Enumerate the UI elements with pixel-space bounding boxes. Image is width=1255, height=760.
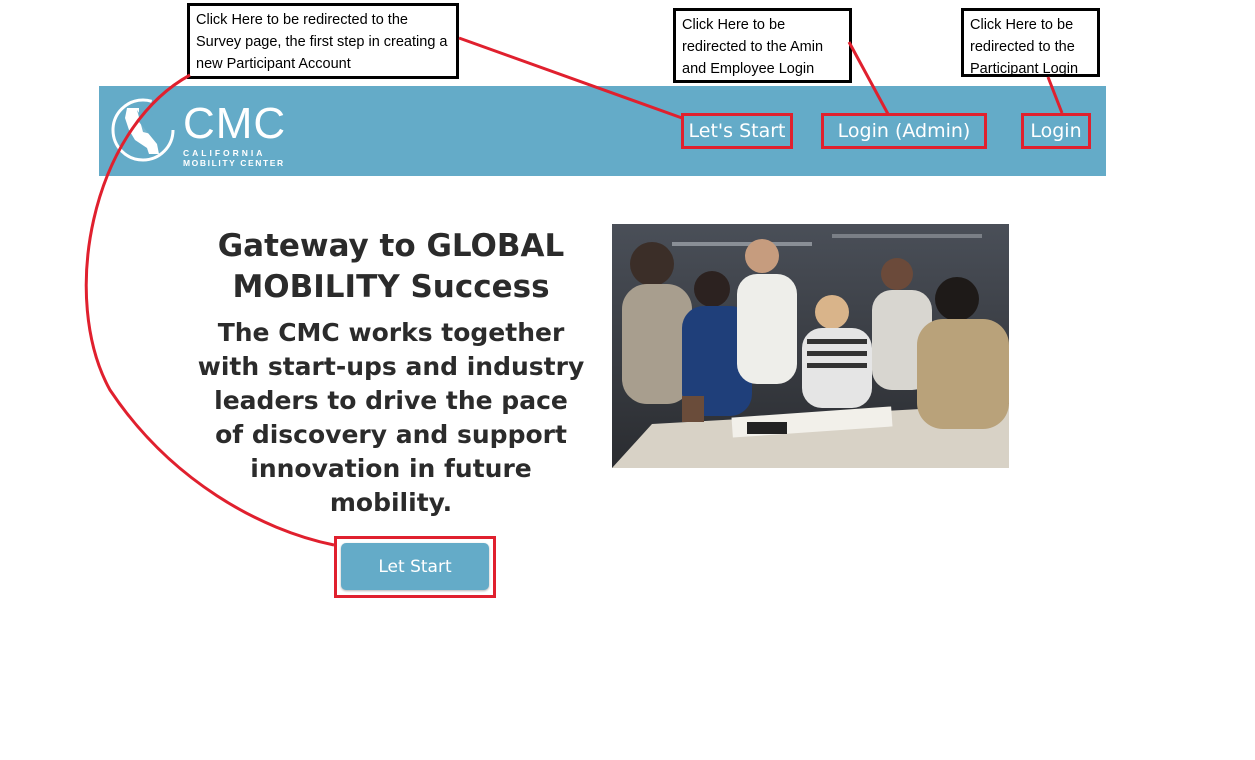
survey-annotation-text: Click Here to be redirected to the Surve… [196,12,448,72]
logo-subtitle-california: CALIFORNIA [183,148,266,158]
hero-description: The CMC works together with start-ups an… [197,318,585,517]
logo-subtitle-mobility-center: MOBILITY CENTER [183,158,285,168]
survey-annotation-callout: Click Here to be redirected to the Surve… [187,3,459,79]
admin-annotation-callout: Click Here to be redirected to the Amin … [673,8,852,83]
hero-title: Gateway to GLOBAL MOBILITY Success [217,228,565,305]
top-navbar: CMC CALIFORNIA MOBILITY CENTER Let's Sta… [99,86,1106,176]
california-state-icon [111,98,175,162]
nav-lets-start-link[interactable]: Let's Start [681,113,793,149]
participant-annotation-callout: Click Here to be redirected to the Parti… [961,8,1100,77]
let-start-button[interactable]: Let Start [341,543,489,590]
team-meeting-photo [612,224,1009,468]
participant-annotation-text: Click Here to be redirected to the Parti… [970,17,1079,77]
nav-login-admin-link[interactable]: Login (Admin) [821,113,987,149]
logo-wordmark: CMC [183,99,287,148]
admin-annotation-text: Click Here to be redirected to the Amin … [682,17,824,77]
nav-login-link[interactable]: Login [1021,113,1091,149]
cmc-logo[interactable]: CMC CALIFORNIA MOBILITY CENTER [109,96,299,168]
team-meeting-illustration [612,224,1009,468]
